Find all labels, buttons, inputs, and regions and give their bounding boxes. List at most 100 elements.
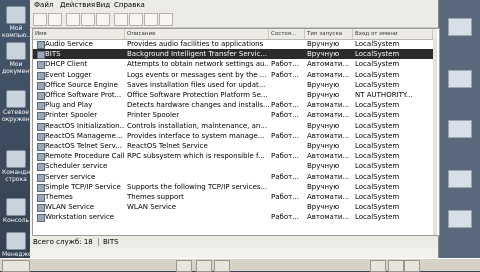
service-icon [37,163,45,172]
service-status [271,182,305,192]
service-startup-type: Вручную [307,182,340,191]
service-status: Работ... [271,101,299,110]
service-log-on-as: LocalSystem [355,80,400,89]
service-status [271,121,305,131]
service-description: Logs events or messages sent by the ... [127,70,267,79]
services-window: Файл Действия Вид Справка Имя Описание С… [30,0,440,258]
desktop-icon-my-computer[interactable]: Мой компью... [2,6,32,39]
taskbar [0,258,480,272]
service-name: Printer Spooler [45,111,98,120]
table-row[interactable]: ReactOS Manageme... Provides interface to… [33,131,437,141]
service-startup-type: Вручную [307,40,340,48]
menu-bar: Файл Действия Вид Справка [30,0,438,11]
column-name[interactable]: Имя [33,29,125,39]
service-icon [37,112,45,121]
service-startup-type: Автомати... [307,172,350,181]
properties-button[interactable] [66,13,80,26]
desktop-icon-my-documents[interactable]: Мои документы [2,42,37,75]
right-panel-button-2[interactable] [448,70,472,88]
service-log-on-as: LocalSystem [355,142,400,150]
service-status: Работ... [271,152,299,161]
table-row[interactable]: Workstation service Работ... Автомати... Lo… [33,212,437,223]
console-icon [6,198,26,216]
taskbar-button-app-6[interactable] [404,260,420,272]
service-startup-type: Автомати... [307,60,350,69]
table-row[interactable]: ReactOS Initialization... Controls instal… [33,121,437,131]
table-row[interactable]: Remote Procedure Call RPC subsystem which… [33,151,437,162]
service-name: Office Software Prot... [45,91,122,99]
service-description [127,212,269,222]
service-icon [37,194,45,202]
service-name: BITS [45,50,61,59]
service-name: ReactOS Initialization... [45,121,125,130]
service-name: Simple TCP/IP Service [45,182,121,191]
service-status: Работ... [271,193,299,201]
vertical-scrollbar[interactable] [433,39,437,235]
refresh-button[interactable] [81,13,95,26]
table-row[interactable]: Office Source Engine Saves installation f… [33,80,437,90]
column-status[interactable]: Состоя... [269,29,305,39]
service-startup-type: Вручную [307,162,340,171]
pause-service-button[interactable] [144,13,158,26]
desktop-icon-cmd[interactable]: Командная строка [2,150,37,183]
taskbar-button-app-4[interactable] [370,260,386,272]
table-row[interactable]: Office Software Prot... Office Software P… [33,90,437,100]
service-name: WLAN Service [45,203,95,212]
service-description: Themes support [127,193,184,201]
service-log-on-as: NT AUTHORITY... [355,91,413,99]
service-startup-type: Автомати... [307,111,350,120]
back-button[interactable] [33,13,47,26]
table-row[interactable]: BITS Background Intelligent Transfer Serv… [33,49,437,60]
right-panel-button-5[interactable] [448,210,472,228]
service-icon [37,132,45,141]
table-row[interactable]: Plug and Play Detects hardware changes an… [33,100,437,111]
right-panel-button-1[interactable] [448,18,472,36]
stop-service-button[interactable] [129,13,143,26]
taskbar-button-start[interactable] [2,260,30,272]
taskbar-button-app-5[interactable] [388,260,404,272]
table-row[interactable]: Printer Spooler Printer Spooler Работ... Ав… [33,110,437,121]
table-row[interactable]: Audio Service Provides audio facilities t… [33,39,437,49]
table-row[interactable]: Simple TCP/IP Service Supports the follow… [33,182,437,192]
desktop-icon-network[interactable]: Сетевое окружение [2,90,37,123]
table-row[interactable]: Scheduler service Вручную LocalSystem [33,161,437,172]
table-row[interactable]: Event Logger Logs events or messages sent… [33,70,437,80]
right-panel-button-4[interactable] [448,170,472,188]
menu-view[interactable]: Вид [96,1,110,9]
menu-actions[interactable]: Действия [60,1,95,9]
table-row[interactable]: Server service Работ... Автомати... LocalSy… [33,172,437,182]
taskbar-button-app-3[interactable] [214,260,230,272]
service-startup-type: Вручную [307,50,340,59]
service-description: RPC subsystem which is responsible f... [127,152,265,161]
table-row[interactable]: WLAN Service WLAN Service Вручную LocalSyst… [33,202,437,213]
table-row[interactable]: Themes Themes support Работ... Автомати... L… [33,192,437,202]
status-separator [98,238,99,246]
taskbar-button-app-2[interactable] [196,260,212,272]
service-name: Scheduler service [45,162,108,171]
table-row[interactable]: DHCP Client Attempts to obtain network se… [33,59,437,70]
service-description: Attempts to obtain network settings au..… [127,60,269,69]
service-icon [37,81,45,90]
start-service-button[interactable] [114,13,128,26]
right-panel-button-3[interactable] [448,120,472,138]
column-startup-type[interactable]: Тип запуска [305,29,353,39]
service-log-on-as: LocalSystem [355,70,400,79]
service-description: Provides audio facilities to application… [127,40,264,48]
taskbar-button-app-1[interactable] [176,260,192,272]
service-log-on-as: LocalSystem [355,111,400,120]
service-name: Themes [45,193,73,201]
service-name: ReactOS Telnet Serv... [45,142,122,150]
table-row[interactable]: ReactOS Telnet Serv... ReactOS Telnet Ser… [33,141,437,151]
restart-service-button[interactable] [159,13,173,26]
service-status [271,39,305,49]
service-startup-type: Вручную [307,121,340,130]
services-list[interactable]: Имя Описание Состоя... Тип запуска Вход … [32,28,440,236]
column-description[interactable]: Описание [125,29,269,39]
service-log-on-as: LocalSystem [355,193,400,201]
menu-file[interactable]: Файл [34,1,53,9]
menu-help[interactable]: Справка [114,1,145,9]
desktop-icon-console[interactable]: Консоль [2,198,30,224]
export-button[interactable] [96,13,110,26]
column-log-on-as[interactable]: Вход от имени [353,29,433,39]
forward-button[interactable] [48,13,62,26]
